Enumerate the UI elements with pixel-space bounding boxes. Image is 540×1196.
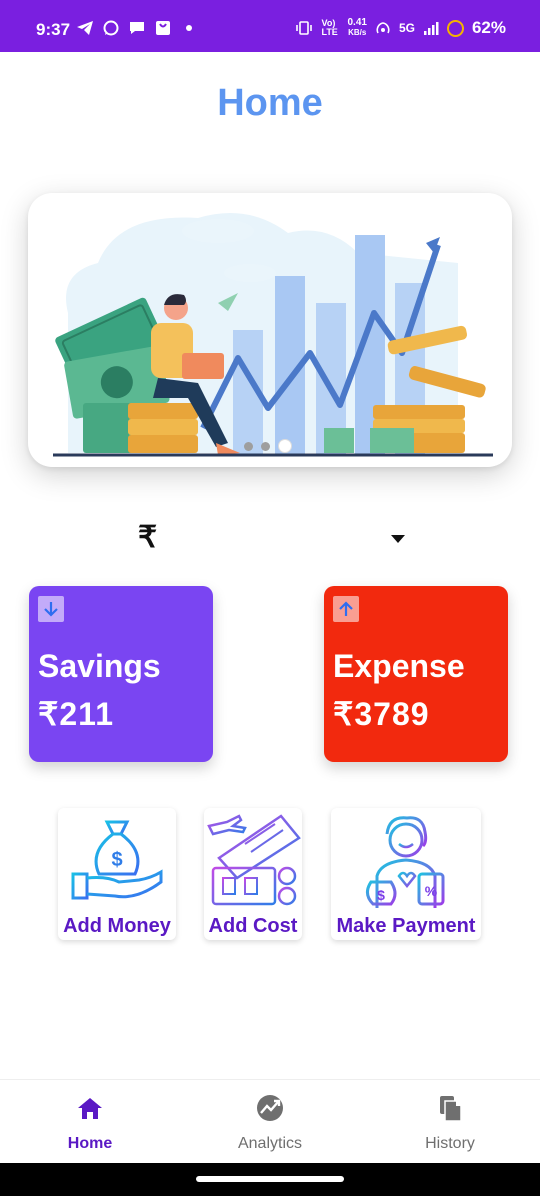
arrow-down-icon	[38, 596, 64, 622]
nav-item-history[interactable]: History	[360, 1080, 540, 1164]
vibrate-icon	[296, 21, 313, 35]
travel-cost-icon	[207, 814, 301, 906]
svg-text:%: %	[425, 883, 438, 899]
arrow-up-icon	[333, 596, 359, 622]
network-speed-unit: KB/s	[348, 28, 367, 37]
history-icon	[440, 1096, 462, 1122]
signal-icon	[423, 22, 439, 35]
banner-carousel[interactable]	[28, 193, 512, 467]
status-notification-icons	[76, 20, 198, 36]
nav-item-home[interactable]: Home	[0, 1080, 180, 1164]
analytics-icon	[257, 1095, 283, 1121]
network-speed-value: 0.41	[347, 17, 367, 28]
expense-amount: ₹3789	[333, 696, 430, 732]
add-money-button[interactable]: $ Add Money	[58, 808, 176, 940]
volte-label: Vo) LTE	[321, 18, 338, 37]
hotspot-icon	[376, 22, 390, 34]
carousel-dot[interactable]	[261, 441, 270, 451]
telegram-icon	[77, 21, 93, 35]
add-cost-label: Add Cost	[208, 915, 298, 937]
home-icon	[78, 1098, 102, 1119]
status-system-icons: Vo) LTE 0.41 KB/s 5G 62%	[295, 18, 506, 38]
savings-label: Savings	[38, 648, 161, 684]
notification-dot-icon	[186, 25, 192, 31]
make-payment-button[interactable]: $ % Make Payment	[331, 808, 481, 940]
carousel-dot-active[interactable]	[278, 439, 292, 453]
caret-down-icon[interactable]	[391, 535, 405, 543]
finance-growth-illustration	[53, 213, 493, 457]
svg-text:$: $	[377, 887, 385, 903]
battery-icon	[446, 19, 464, 37]
carousel-dot[interactable]	[244, 441, 253, 451]
add-money-label: Add Money	[63, 915, 171, 937]
person-payment-icon: $ %	[366, 816, 445, 908]
bottom-navigation: Home Analytics History	[0, 1079, 540, 1164]
money-bag-hand-icon: $	[71, 820, 163, 900]
nav-item-analytics[interactable]: Analytics	[180, 1080, 360, 1164]
carousel-indicator[interactable]	[244, 439, 292, 453]
status-bar: 9:37 Vo) LTE 0.41 KB/s 5G 62%	[0, 0, 540, 52]
whatsapp-icon	[103, 20, 119, 36]
network-speed: 0.41 KB/s	[347, 18, 366, 38]
system-navigation-bar	[0, 1163, 540, 1196]
nav-label-history: History	[425, 1135, 475, 1152]
page-title: Home	[217, 82, 323, 124]
add-cost-button[interactable]: Add Cost	[204, 808, 302, 940]
savings-card[interactable]: Savings ₹211	[29, 586, 213, 762]
battery-text: 62%	[471, 18, 506, 37]
network-label: 5G	[398, 21, 415, 35]
make-payment-label: Make Payment	[336, 915, 476, 937]
nav-label-home: Home	[67, 1135, 113, 1152]
currency-symbol[interactable]: ₹	[138, 520, 157, 555]
status-time: 9:37	[36, 20, 71, 39]
expense-label: Expense	[333, 648, 465, 684]
nav-label-analytics: Analytics	[237, 1135, 303, 1152]
chat-icon	[130, 22, 144, 34]
savings-amount: ₹211	[38, 696, 114, 732]
svg-text:$: $	[111, 849, 122, 871]
shopping-bag-icon	[156, 21, 170, 35]
gesture-home-pill[interactable]	[196, 1176, 344, 1182]
expense-card[interactable]: Expense ₹3789	[324, 586, 508, 762]
